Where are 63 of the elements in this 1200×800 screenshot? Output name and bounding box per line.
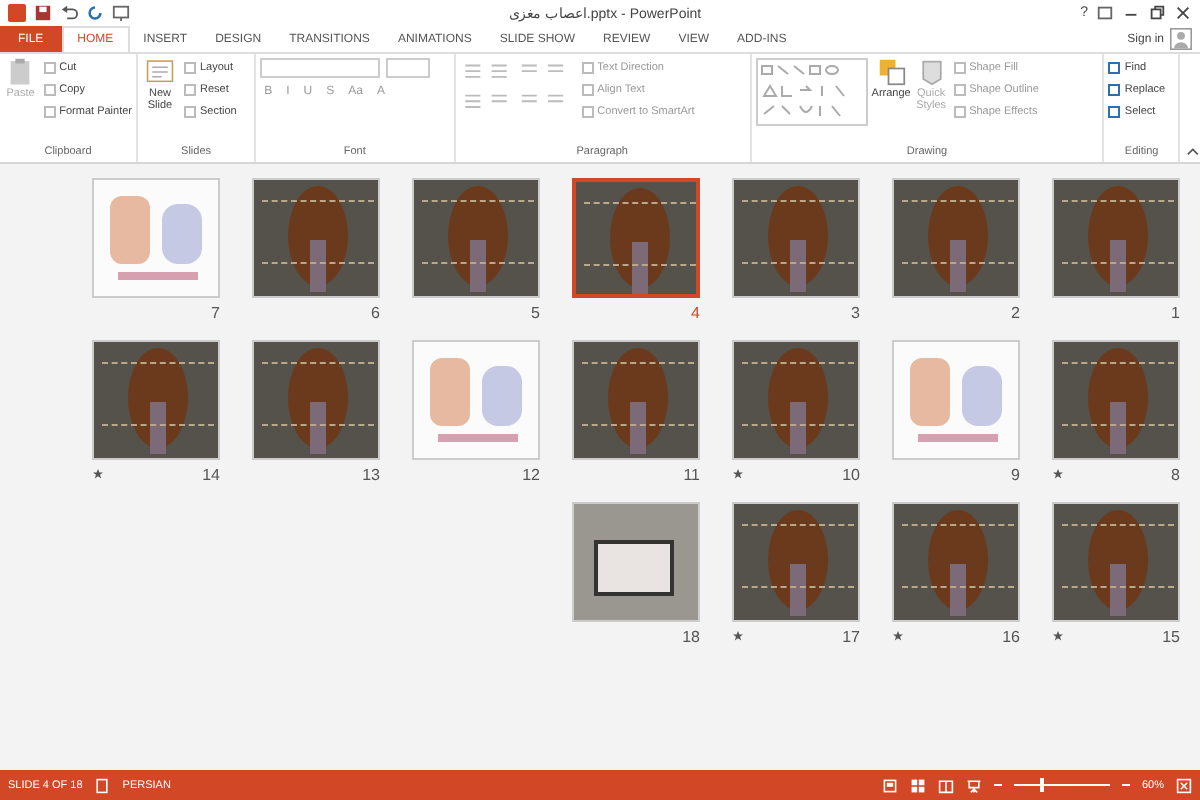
slide-number: 16	[1002, 627, 1020, 645]
slide-number: 6	[371, 303, 380, 321]
slide-thumbnail[interactable]	[412, 340, 540, 460]
app-logo-icon	[8, 4, 26, 22]
slide-thumbnail[interactable]	[92, 178, 220, 298]
slide-number: 15	[1162, 627, 1180, 645]
fit-to-window-icon[interactable]	[1176, 777, 1192, 793]
save-icon[interactable]	[34, 4, 52, 22]
redo-icon[interactable]	[86, 4, 104, 22]
slide-number: 11	[683, 465, 700, 483]
reading-view-icon[interactable]	[937, 777, 954, 793]
slide-thumbnail[interactable]	[252, 178, 380, 298]
restore-icon[interactable]	[1148, 4, 1166, 22]
slide-thumbnail[interactable]	[92, 340, 220, 460]
slide-number: 7	[211, 303, 220, 321]
slide-number: 4	[691, 303, 700, 321]
slide-number: 5	[531, 303, 540, 321]
slide-thumbnail[interactable]	[412, 178, 540, 298]
slide-show-icon[interactable]	[965, 777, 982, 793]
animation-star-icon[interactable]	[1052, 630, 1064, 642]
slide-icon	[146, 58, 174, 86]
animation-star-icon[interactable]	[732, 630, 744, 642]
slide-number: 18	[682, 627, 700, 645]
font-name-field[interactable]	[260, 58, 381, 78]
slide-number: 9	[1011, 465, 1020, 483]
ribbon-display-icon[interactable]	[1096, 4, 1114, 22]
collapse-ribbon-icon[interactable]	[1186, 146, 1200, 156]
notes-icon[interactable]	[94, 777, 111, 793]
slide-thumbnail[interactable]	[572, 178, 700, 298]
slide-number: 2	[1011, 303, 1020, 321]
slide-number: 12	[522, 465, 540, 483]
overlapping-squares-icon	[877, 58, 906, 86]
animation-star-icon[interactable]	[892, 630, 904, 642]
normal-view-icon[interactable]	[881, 777, 898, 793]
font-size-field[interactable]	[386, 58, 431, 78]
slide-thumbnail[interactable]	[732, 502, 860, 622]
animation-star-icon[interactable]	[732, 468, 744, 480]
slide-thumbnail[interactable]	[892, 178, 1020, 298]
slide-number: 17	[842, 627, 860, 645]
presentation-icon[interactable]	[112, 4, 130, 22]
close-icon[interactable]	[1174, 4, 1192, 22]
slide-thumbnail[interactable]	[252, 340, 380, 460]
animation-star-icon[interactable]	[1052, 468, 1064, 480]
undo-icon[interactable]	[60, 4, 78, 22]
slide-sorter-icon[interactable]	[909, 777, 926, 793]
slide-thumbnail[interactable]	[572, 502, 700, 622]
shield-icon	[917, 58, 946, 86]
slide-thumbnail[interactable]	[572, 340, 700, 460]
slide-thumbnail[interactable]	[1052, 502, 1180, 622]
slide-thumbnail[interactable]	[732, 340, 860, 460]
slide-number: 14	[202, 465, 220, 483]
slide-thumbnail[interactable]	[892, 502, 1020, 622]
slide-thumbnail[interactable]	[1052, 178, 1180, 298]
slide-thumbnail[interactable]	[892, 340, 1020, 460]
slide-number: 8	[1171, 465, 1180, 483]
clipboard-icon	[6, 58, 35, 86]
slide-number: 3	[851, 303, 860, 321]
animation-star-icon[interactable]	[92, 468, 104, 480]
slide-thumbnail[interactable]	[732, 178, 860, 298]
slide-thumbnail[interactable]	[1052, 340, 1180, 460]
slide-number: 1	[1171, 303, 1180, 321]
slide-number: 13	[362, 465, 380, 483]
slide-number: 10	[842, 465, 860, 483]
